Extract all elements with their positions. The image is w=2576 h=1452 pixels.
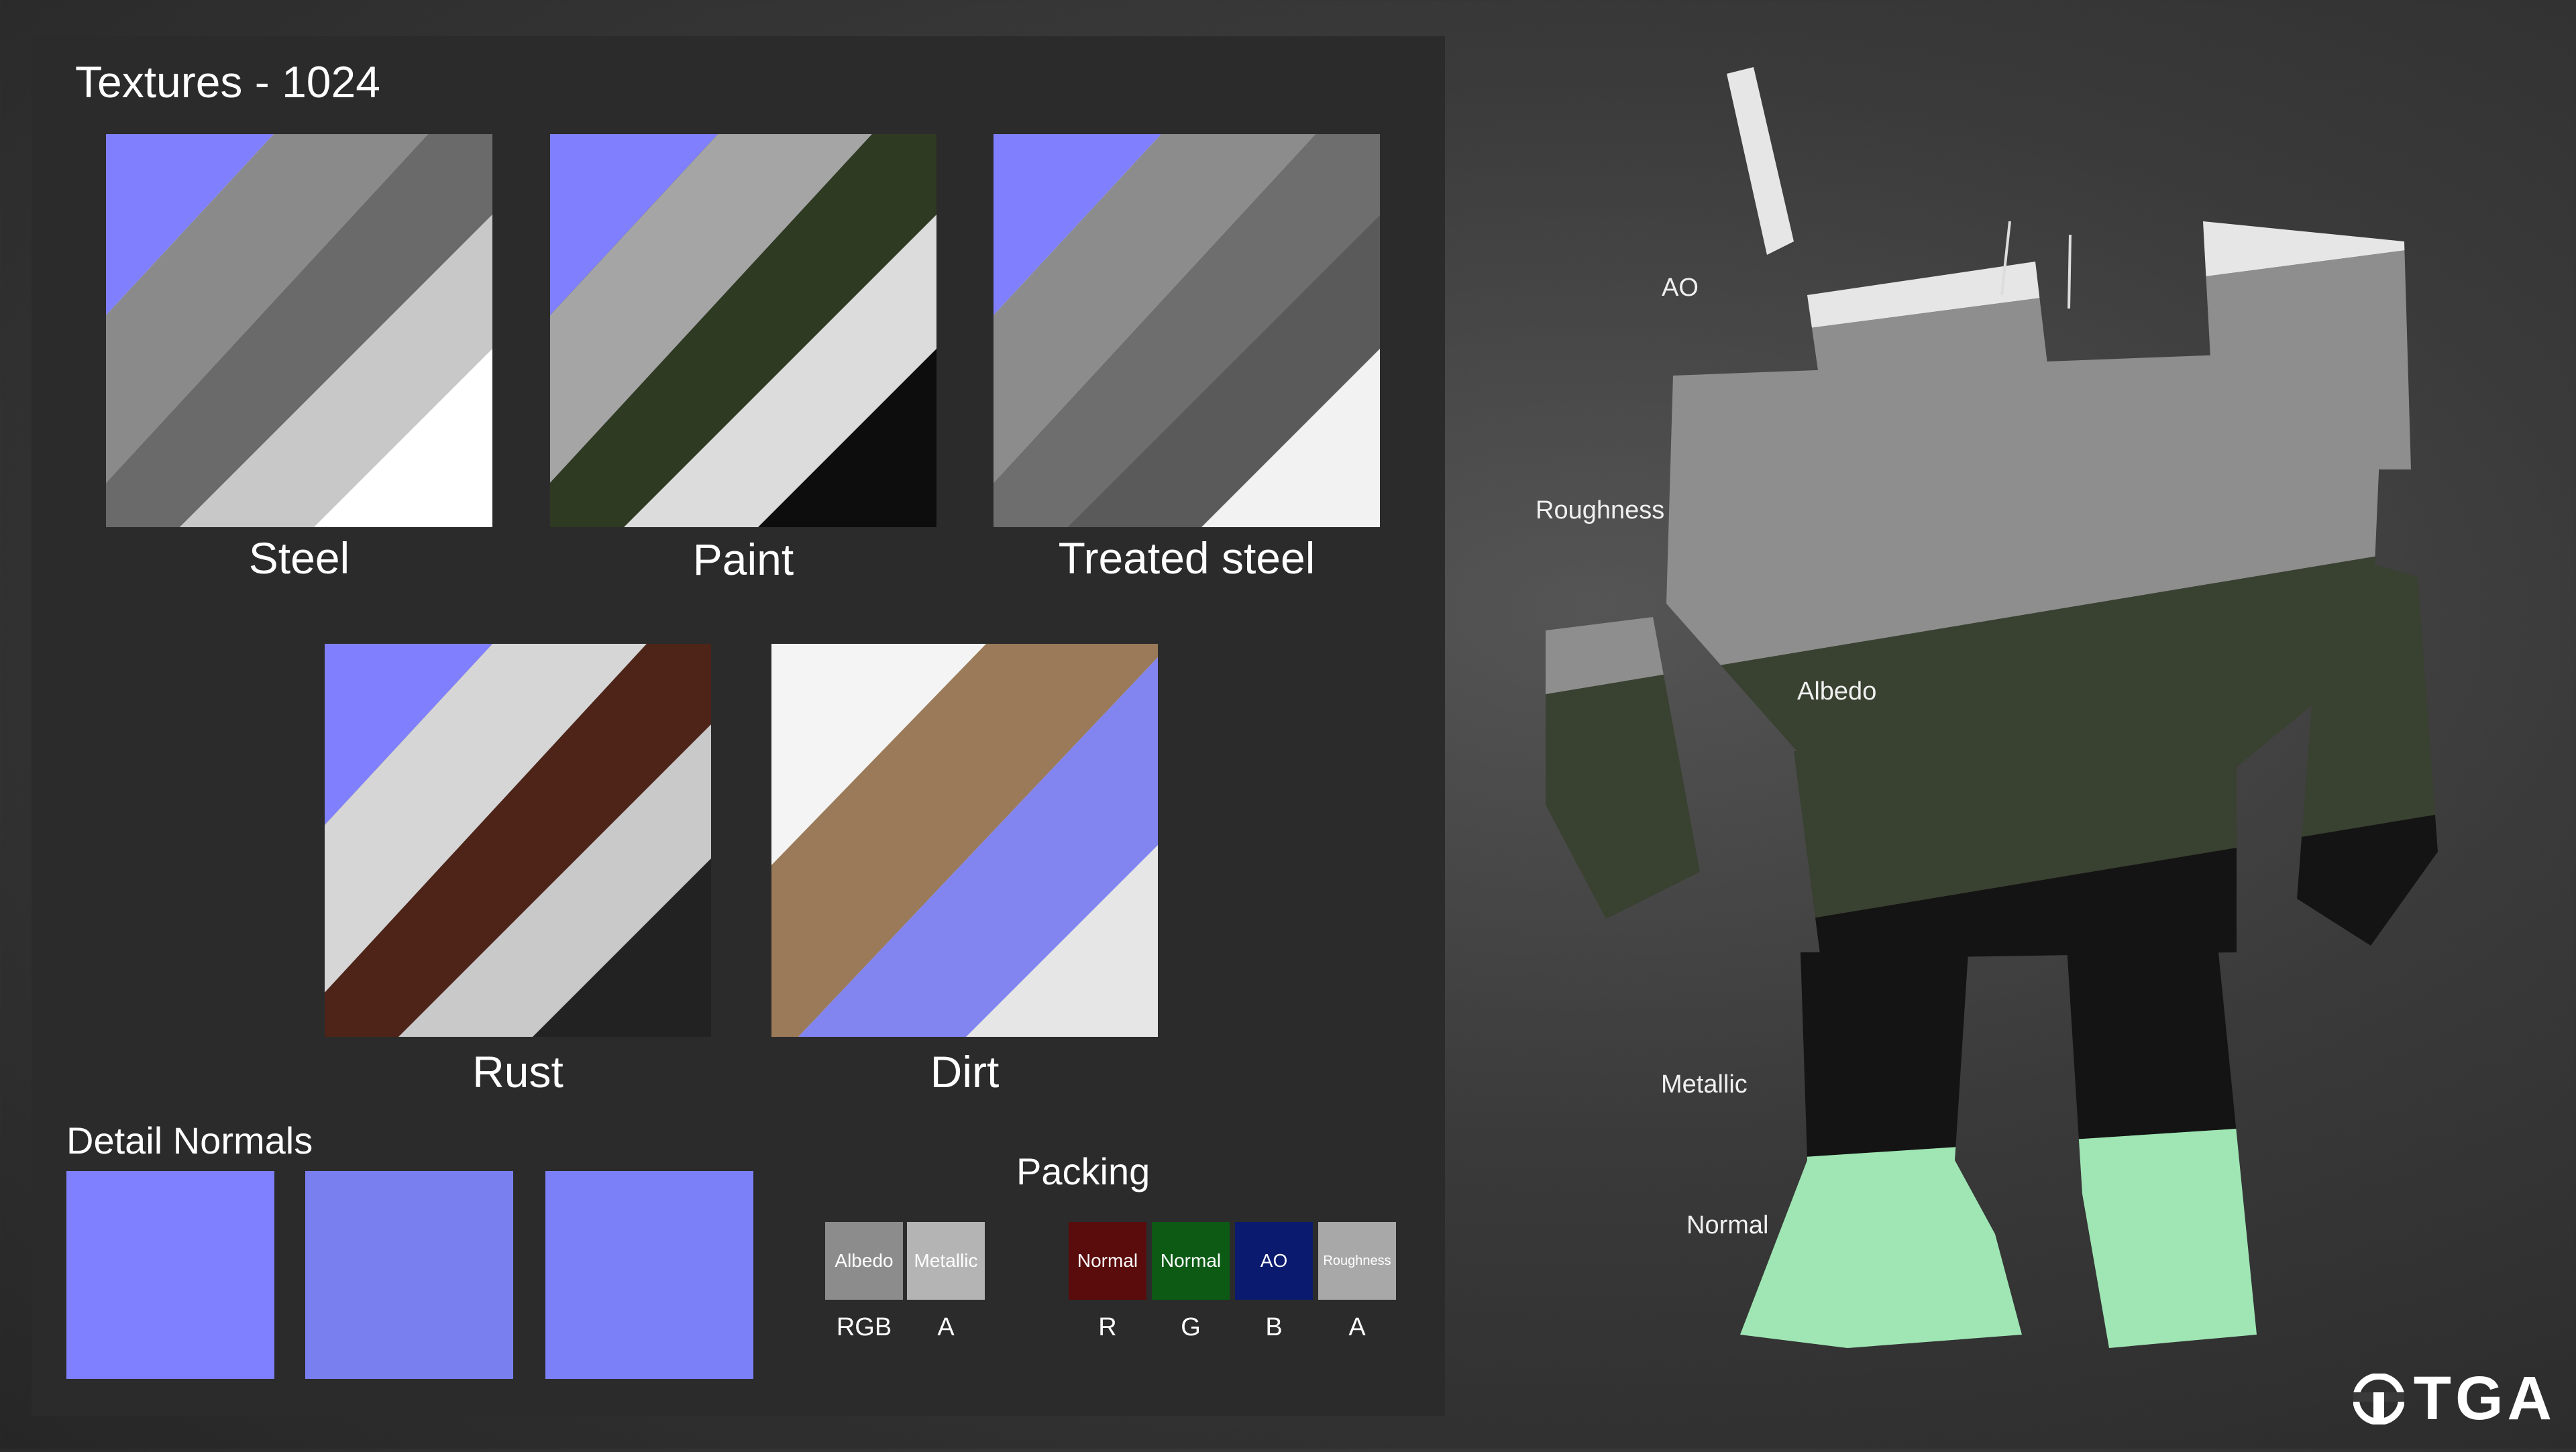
- callout-albedo: Albedo: [1797, 677, 1877, 706]
- callout-roughness: Roughness: [1536, 496, 1665, 524]
- steel-stripes: [106, 134, 492, 527]
- tga-logo-mark-icon: [2353, 1373, 2404, 1425]
- dirt-stripes: [771, 644, 1158, 1037]
- paint-stripes: [550, 134, 936, 527]
- texture-swatch-paint: [550, 134, 936, 527]
- callout-metallic: Metallic: [1661, 1070, 1748, 1099]
- pack-box-metallic: Metallic: [907, 1222, 985, 1300]
- pack-box-ao: AO: [1235, 1222, 1313, 1300]
- pack-box-roughness: Roughness: [1318, 1222, 1396, 1300]
- texture-label-dirt: Dirt: [930, 1047, 1000, 1097]
- rust-stripes: [325, 644, 711, 1037]
- detail-normal-swatch: [305, 1171, 513, 1379]
- callout-normal: Normal: [1686, 1211, 1769, 1239]
- pack-channel-rgb: RGB: [836, 1313, 892, 1341]
- pack-channel-r: R: [1098, 1313, 1117, 1341]
- pack-channel-g: G: [1181, 1313, 1201, 1341]
- pack-channel-b: B: [1265, 1313, 1283, 1341]
- texture-swatch-rust: [325, 644, 711, 1037]
- detail-normals-title: Detail Normals: [66, 1119, 313, 1162]
- texture-label-rust: Rust: [472, 1047, 564, 1097]
- detail-normal-swatch: [66, 1171, 274, 1379]
- pack-channel-a: A: [937, 1313, 955, 1341]
- texture-swatch-steel: [106, 134, 492, 527]
- tga-logo: TGA: [2353, 1363, 2556, 1434]
- texture-label-paint: Paint: [692, 535, 794, 584]
- mech-model: [1546, 67, 2438, 1348]
- model-viewport: AO Roughness Albedo Metallic Normal: [1445, 0, 2576, 1449]
- packing-title: Packing: [1016, 1150, 1150, 1192]
- texture-swatch-dirt: [771, 644, 1158, 1037]
- texture-swatch-treated-steel: [994, 134, 1380, 527]
- pack-channel-a2: A: [1348, 1313, 1366, 1341]
- detail-normal-swatch: [545, 1171, 753, 1379]
- texture-panel: Textures - 1024 Steel Paint Treated stee…: [32, 36, 1445, 1416]
- pack-box-albedo: Albedo: [825, 1222, 903, 1300]
- treated-steel-stripes: [994, 134, 1380, 527]
- pack-box-normal-r: Normal: [1069, 1222, 1146, 1300]
- texture-label-treated-steel: Treated steel: [1058, 533, 1316, 583]
- callout-ao: AO: [1662, 274, 1699, 302]
- texture-label-steel: Steel: [248, 533, 350, 583]
- tga-logo-text: TGA: [2413, 1364, 2556, 1433]
- panel-title: Textures - 1024: [75, 57, 380, 107]
- pack-box-normal-g: Normal: [1152, 1222, 1230, 1300]
